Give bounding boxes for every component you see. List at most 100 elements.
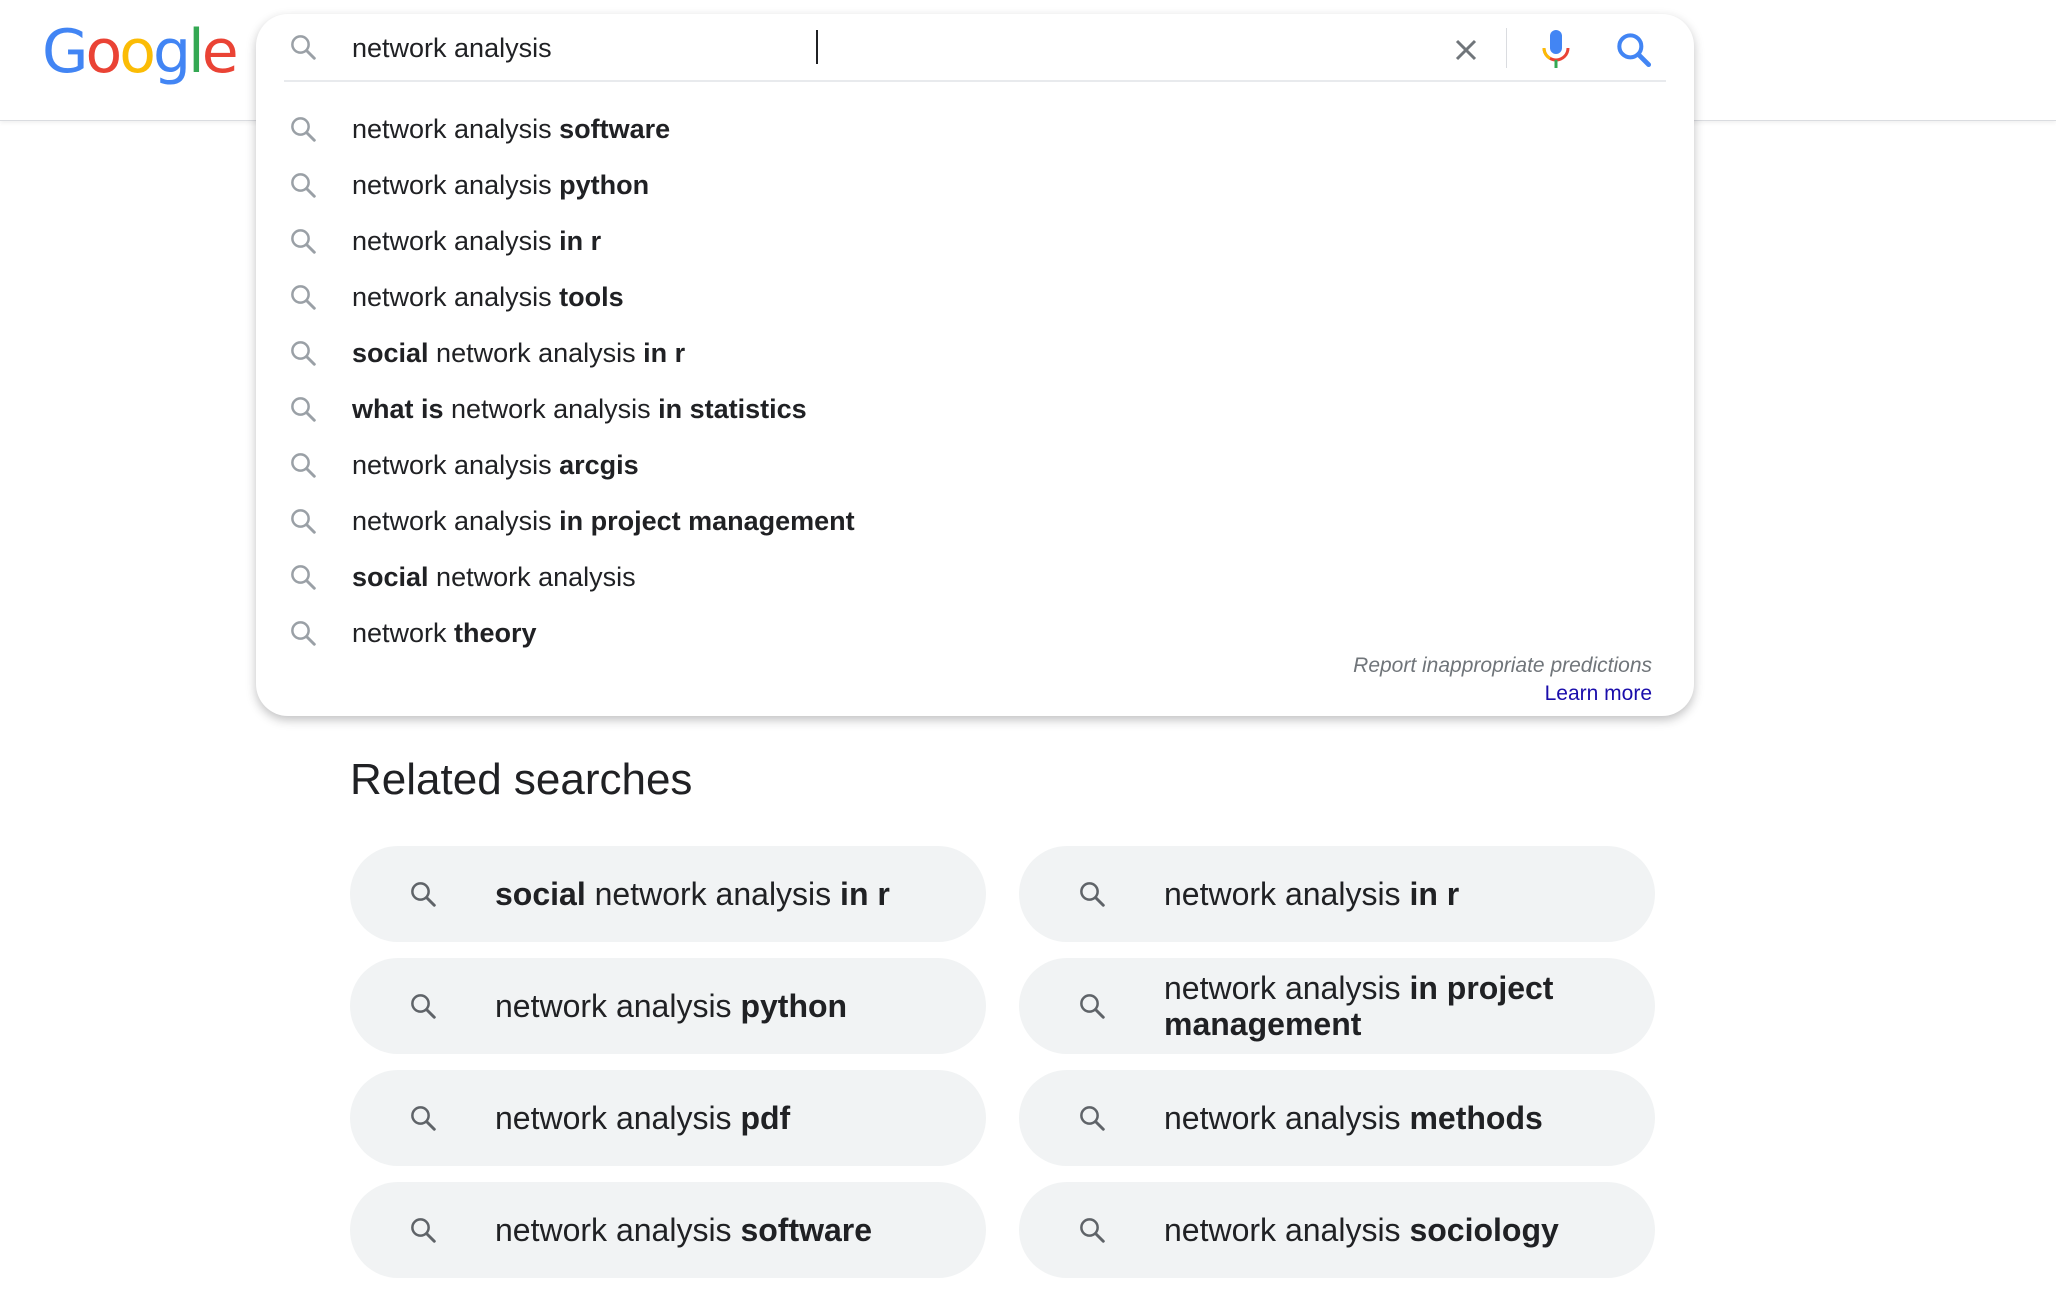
bold-completion-text: methods xyxy=(1409,1100,1543,1136)
bold-completion-text: in r xyxy=(840,876,890,912)
related-search-label: social network analysis in r xyxy=(495,846,955,942)
bold-completion-text: pdf xyxy=(740,1100,791,1136)
suggestion-label: social network analysis in r xyxy=(352,336,685,370)
query-text: network xyxy=(352,618,455,648)
bold-completion-text: social xyxy=(352,562,429,592)
divider xyxy=(1506,28,1507,68)
logo-letter: l xyxy=(188,17,205,87)
related-search-label: network analysis python xyxy=(495,958,955,1054)
suggestion-item[interactable]: network analysis tools xyxy=(256,272,1694,328)
bold-completion-text: arcgis xyxy=(559,450,639,480)
bold-completion-text: in r xyxy=(559,226,602,256)
search-icon xyxy=(288,618,318,648)
related-search-chip[interactable]: network analysis python xyxy=(350,958,986,1054)
related-search-text: network analysis software xyxy=(495,1212,872,1248)
suggestion-item[interactable]: network analysis in r xyxy=(256,216,1694,272)
query-text: network analysis xyxy=(495,1212,741,1248)
report-predictions-link[interactable]: Report inappropriate predictions xyxy=(1353,654,1652,678)
search-icon xyxy=(288,506,318,536)
logo-letter: o xyxy=(85,17,123,87)
related-search-chip[interactable]: network analysis software xyxy=(350,1182,986,1278)
query-text: network analysis xyxy=(1164,876,1410,912)
search-icon xyxy=(288,394,318,424)
related-search-chip[interactable]: network analysis methods xyxy=(1019,1070,1655,1166)
suggestion-item[interactable]: network analysis arcgis xyxy=(256,440,1694,496)
bold-completion-text: software xyxy=(559,114,671,144)
query-text: network analysis xyxy=(1164,1212,1410,1248)
related-search-text: social network analysis in r xyxy=(495,876,890,912)
search-icon xyxy=(408,991,438,1021)
suggestion-label: social network analysis xyxy=(352,560,636,594)
bold-completion-text: python xyxy=(740,988,848,1024)
suggestion-label: network analysis in project management xyxy=(352,504,855,538)
query-text: network analysis xyxy=(585,876,841,912)
search-icon xyxy=(288,562,318,592)
related-search-text: network analysis pdf xyxy=(495,1100,790,1136)
search-icon xyxy=(288,338,318,368)
bold-completion-text: sociology xyxy=(1409,1212,1559,1248)
logo-letter: e xyxy=(201,17,239,87)
search-input[interactable] xyxy=(352,28,1402,68)
query-text: network analysis xyxy=(428,338,644,368)
bold-completion-text: theory xyxy=(454,618,537,648)
related-search-label: network analysis methods xyxy=(1164,1070,1624,1166)
clear-search-button[interactable] xyxy=(1446,30,1486,70)
related-search-label: network analysis software xyxy=(495,1182,955,1278)
related-search-chip[interactable]: network analysis in project management xyxy=(1019,958,1655,1054)
related-search-label: network analysis in r xyxy=(1164,846,1624,942)
suggestion-list: network analysis software network analysi… xyxy=(256,104,1694,664)
bold-completion-text: in statistics xyxy=(658,394,807,424)
google-logo[interactable]: Google xyxy=(42,12,239,92)
search-icon xyxy=(408,1215,438,1245)
bold-completion-text: in project management xyxy=(559,506,855,536)
search-icon xyxy=(1077,991,1107,1021)
related-search-chip[interactable]: network analysis sociology xyxy=(1019,1182,1655,1278)
voice-search-button[interactable] xyxy=(1534,26,1578,74)
related-search-chip[interactable]: social network analysis in r xyxy=(350,846,986,942)
search-icon xyxy=(408,879,438,909)
search-icon xyxy=(1077,879,1107,909)
suggestion-label: network analysis tools xyxy=(352,280,624,314)
suggestion-item[interactable]: what is network analysis in statistics xyxy=(256,384,1694,440)
related-search-chip[interactable]: network analysis pdf xyxy=(350,1070,986,1166)
logo-letter: o xyxy=(119,17,156,87)
query-text: network analysis xyxy=(495,1100,741,1136)
query-text: network analysis xyxy=(428,562,636,592)
search-icon xyxy=(288,450,318,480)
related-search-text: network analysis in project management xyxy=(1164,970,1624,1042)
search-icon xyxy=(1077,1215,1107,1245)
suggestion-item[interactable]: network analysis software xyxy=(256,104,1694,160)
suggestion-label: what is network analysis in statistics xyxy=(352,392,807,426)
related-search-text: network analysis python xyxy=(495,988,847,1024)
learn-more-link[interactable]: Learn more xyxy=(1545,682,1652,706)
search-icon xyxy=(288,170,318,200)
related-search-label: network analysis sociology xyxy=(1164,1182,1624,1278)
suggestion-item[interactable]: social network analysis in r xyxy=(256,328,1694,384)
related-search-text: network analysis in r xyxy=(1164,876,1459,912)
suggestion-item[interactable]: network analysis in project management xyxy=(256,496,1694,552)
suggestion-label: network analysis in r xyxy=(352,224,601,258)
search-icon xyxy=(1617,33,1652,68)
bold-completion-text: software xyxy=(740,1212,873,1248)
query-text: network analysis xyxy=(352,506,560,536)
google-search-button[interactable] xyxy=(1612,28,1656,72)
query-text: network analysis xyxy=(352,282,560,312)
bold-completion-text: tools xyxy=(559,282,624,312)
suggestion-item[interactable]: social network analysis xyxy=(256,552,1694,608)
suggestion-label: network analysis software xyxy=(352,112,670,146)
search-icon xyxy=(288,114,318,144)
search-icon xyxy=(1077,1103,1107,1133)
bold-completion-text: in r xyxy=(1409,876,1460,912)
related-search-text: network analysis methods xyxy=(1164,1100,1543,1136)
query-text: network analysis xyxy=(443,394,659,424)
bold-completion-text: python xyxy=(559,170,650,200)
query-text: network analysis xyxy=(495,988,741,1024)
query-text: network analysis xyxy=(352,450,560,480)
suggestion-item[interactable]: network analysis python xyxy=(256,160,1694,216)
close-icon xyxy=(1455,39,1477,61)
suggestion-label: network theory xyxy=(352,616,537,650)
search-icon xyxy=(288,226,318,256)
search-box: network analysis softwarenetwork analysi… xyxy=(256,14,1694,716)
search-row xyxy=(256,14,1694,80)
related-search-chip[interactable]: network analysis in r xyxy=(1019,846,1655,942)
